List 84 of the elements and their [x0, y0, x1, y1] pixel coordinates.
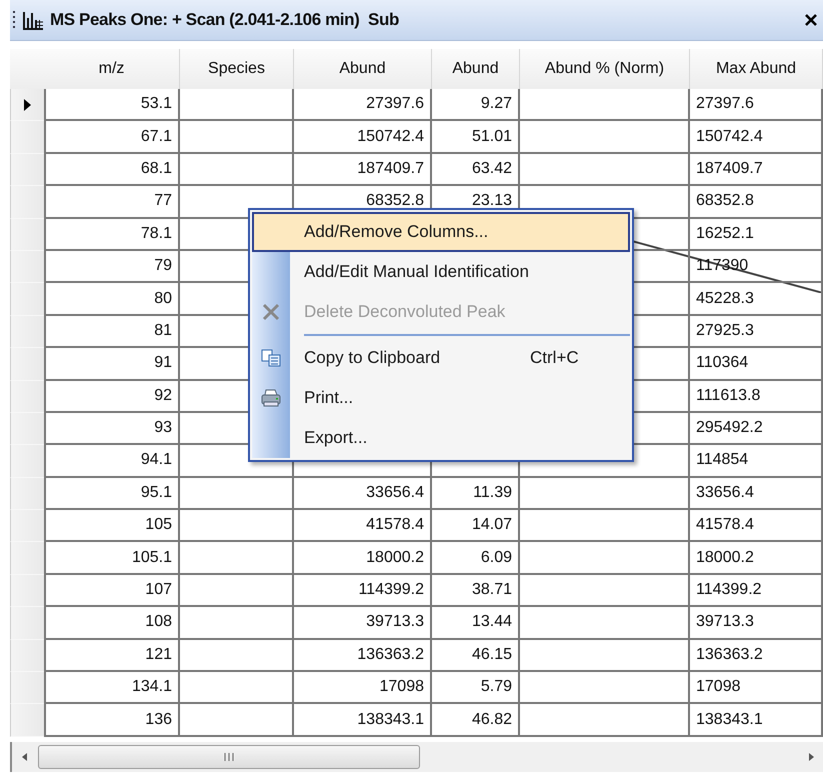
table-cell: 68352.8 — [690, 186, 823, 219]
table-cell: 14.07 — [432, 510, 520, 542]
menu-item[interactable]: Add/Remove Columns... — [252, 212, 630, 252]
table-cell: 80 — [44, 283, 180, 316]
table-cell: 95.1 — [44, 478, 180, 510]
left-arrow-icon — [22, 753, 26, 761]
table-cell: 27397.6 — [690, 89, 823, 122]
table-cell: 81 — [44, 316, 180, 348]
table-cell: 136363.2 — [294, 640, 432, 672]
table-cell: 136 — [44, 704, 180, 737]
table-cell: 111613.8 — [690, 380, 823, 413]
table-cell: 33656.4 — [690, 478, 823, 510]
table-cell: 138343.1 — [294, 704, 432, 737]
table-cell: 51.01 — [432, 121, 520, 154]
table-cell: 108 — [44, 607, 180, 640]
menu-item[interactable]: Add/Edit Manual Identification — [252, 252, 630, 292]
table-cell: 39713.3 — [294, 607, 432, 640]
delete-icon — [262, 303, 280, 321]
table-cell: 91 — [44, 348, 180, 381]
table-cell: 136363.2 — [690, 640, 823, 672]
table-cell: 114854 — [690, 445, 823, 478]
window-title: MS Peaks One: + Scan (2.041-2.106 min) Sub — [50, 10, 400, 30]
table-cell: 187409.7 — [294, 154, 432, 186]
table-cell: 105 — [44, 510, 180, 542]
table-cell: 187409.7 — [690, 154, 823, 186]
column-header[interactable]: Abund % (Norm) — [520, 49, 690, 89]
table-cell: 16252.1 — [690, 218, 823, 251]
table-cell: 17098 — [294, 672, 432, 704]
menu-item[interactable]: Export... — [252, 418, 630, 458]
table-cell: 38.71 — [432, 574, 520, 608]
table-cell: 46.82 — [432, 704, 520, 737]
close-icon[interactable] — [805, 14, 817, 26]
menu-item[interactable]: Print... — [252, 378, 630, 418]
right-arrow-icon — [808, 753, 814, 761]
table-cell: 150742.4 — [690, 121, 823, 154]
column-header[interactable]: Abund — [432, 49, 520, 89]
bar-chart-icon — [22, 10, 44, 30]
table-cell: 46.15 — [432, 640, 520, 672]
table-cell: 45228.3 — [690, 283, 823, 316]
table-cell: 33656.4 — [294, 478, 432, 510]
column-header[interactable]: Species — [180, 49, 294, 89]
table-cell: 78.1 — [44, 218, 180, 251]
table-cell: 107 — [44, 574, 180, 608]
table-cell: 5.79 — [432, 672, 520, 704]
current-row-icon — [24, 98, 31, 111]
table-cell: 134.1 — [44, 672, 180, 704]
table-cell: 79 — [44, 250, 180, 284]
scrollbar-thumb[interactable] — [38, 745, 420, 769]
table-cell: 92 — [44, 380, 180, 413]
table-cell: 121 — [44, 640, 180, 672]
table-cell: 18000.2 — [294, 542, 432, 575]
menu-item[interactable]: Copy to Clipboard Ctrl+C — [252, 338, 630, 378]
table-cell: 93 — [44, 412, 180, 446]
grip-icon — [12, 10, 16, 30]
table-cell: 39713.3 — [690, 607, 823, 640]
table-cell: 94.1 — [44, 445, 180, 478]
table-cell: 295492.2 — [690, 412, 823, 446]
table-cell: 27925.3 — [690, 316, 823, 348]
table-cell: 114399.2 — [690, 574, 823, 608]
table-cell: 63.42 — [432, 154, 520, 186]
table-cell: 41578.4 — [690, 510, 823, 542]
table-cell: 68.1 — [44, 154, 180, 186]
table-cell: 67.1 — [44, 121, 180, 154]
table-cell: 9.27 — [432, 89, 520, 122]
table-cell: 150742.4 — [294, 121, 432, 154]
table-cell: 114399.2 — [294, 574, 432, 608]
table-cell: 13.44 — [432, 607, 520, 640]
copy-icon — [261, 349, 281, 367]
table-cell: 18000.2 — [690, 542, 823, 575]
table-cell: 17098 — [690, 672, 823, 704]
row-header[interactable] — [10, 89, 44, 122]
column-header[interactable]: Abund — [294, 49, 432, 89]
table-cell: 105.1 — [44, 542, 180, 575]
table-cell: 138343.1 — [690, 704, 823, 737]
table-cell: 110364 — [690, 348, 823, 381]
printer-icon — [261, 389, 281, 407]
table-cell: 11.39 — [432, 478, 520, 510]
table-cell: 77 — [44, 186, 180, 219]
column-header[interactable]: m/z — [44, 49, 180, 89]
table-cell: 53.1 — [44, 89, 180, 122]
table-cell: 27397.6 — [294, 89, 432, 122]
table-cell: 41578.4 — [294, 510, 432, 542]
column-header[interactable]: Max Abund — [690, 49, 823, 89]
table-cell: 6.09 — [432, 542, 520, 575]
